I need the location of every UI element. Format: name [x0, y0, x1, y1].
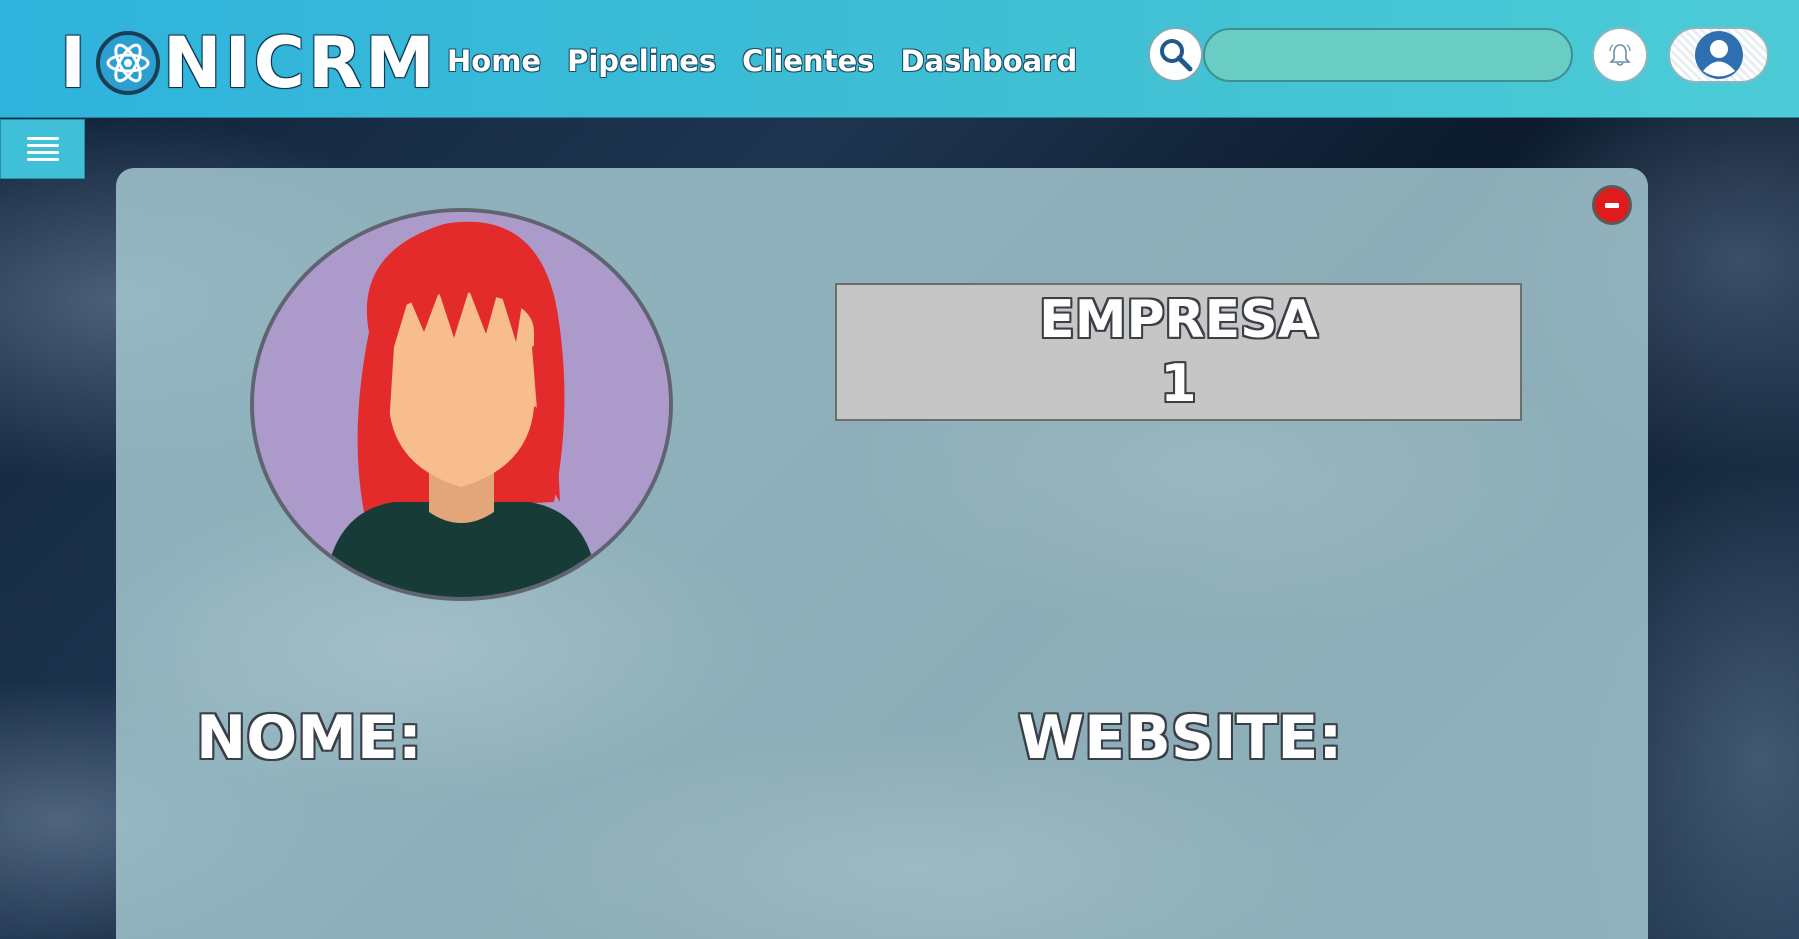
logo-text-start: I — [60, 22, 90, 104]
search-input[interactable] — [1203, 28, 1573, 82]
nav-home[interactable]: Home — [447, 44, 541, 78]
top-header: I NICRM Home Pipelines Clientes Dashboar… — [0, 0, 1799, 118]
remove-button[interactable] — [1592, 185, 1632, 225]
female-avatar-icon — [254, 212, 669, 597]
nav-dashboard[interactable]: Dashboard — [900, 44, 1077, 78]
search-icon — [1159, 38, 1192, 71]
company-card: EMPRESA 1 NOME: WEBSITE: — [116, 168, 1648, 939]
hamburger-icon — [26, 137, 59, 161]
nav-pipelines[interactable]: Pipelines — [567, 44, 716, 78]
logo-text-end: NICRM — [163, 22, 438, 104]
sidebar-toggle-button[interactable] — [0, 119, 85, 179]
atom-logo-icon — [96, 31, 161, 95]
notifications-button[interactable] — [1592, 27, 1648, 83]
user-avatar-icon — [1694, 31, 1743, 79]
main-nav: Home Pipelines Clientes Dashboard — [447, 44, 1077, 78]
nav-clientes[interactable]: Clientes — [742, 44, 874, 78]
company-number: 1 — [1160, 354, 1197, 414]
bell-icon — [1609, 44, 1631, 66]
company-title-box: EMPRESA 1 — [835, 283, 1522, 421]
website-label: WEBSITE: — [1018, 703, 1343, 773]
company-title: EMPRESA — [1039, 290, 1318, 350]
company-avatar — [250, 208, 673, 601]
search-button[interactable] — [1148, 27, 1203, 82]
nome-label: NOME: — [196, 703, 422, 773]
profile-button[interactable] — [1668, 27, 1769, 83]
minus-circle-icon — [1605, 202, 1619, 208]
app-logo[interactable]: I NICRM — [60, 22, 438, 104]
